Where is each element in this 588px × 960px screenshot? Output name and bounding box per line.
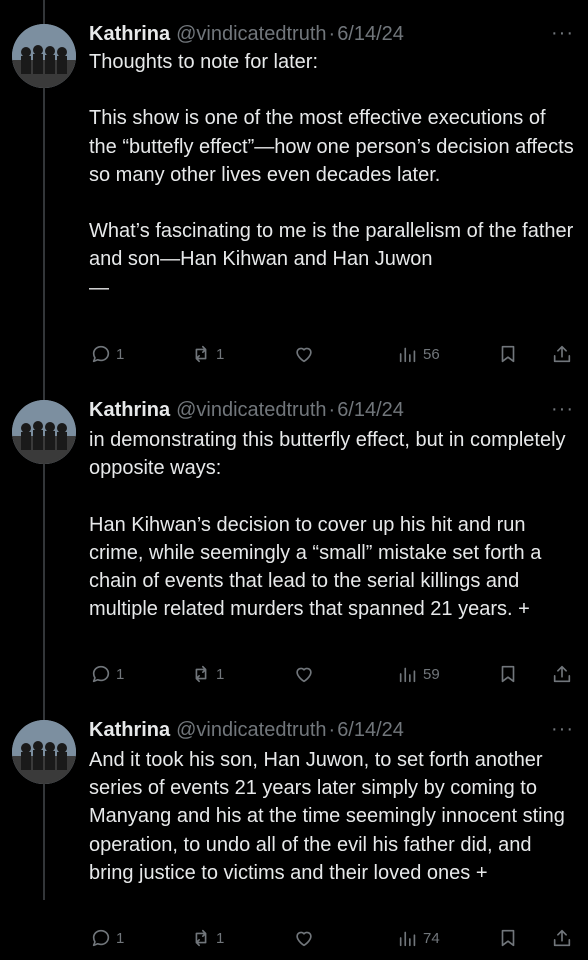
more-icon[interactable]: ··· bbox=[551, 718, 574, 741]
share-icon bbox=[553, 345, 571, 363]
separator: · bbox=[328, 398, 336, 421]
separator: · bbox=[328, 22, 336, 45]
retweet-button[interactable]: 1 bbox=[190, 339, 224, 369]
reply-icon bbox=[92, 345, 110, 363]
views-button[interactable]: 59 bbox=[397, 659, 440, 689]
reply-count: 1 bbox=[116, 345, 125, 363]
reply-icon bbox=[92, 665, 110, 683]
reply-count: 1 bbox=[116, 665, 125, 683]
author-handle[interactable]: @vindicatedtruth bbox=[176, 719, 326, 742]
avatar[interactable] bbox=[12, 720, 76, 784]
bookmark-button[interactable] bbox=[497, 659, 519, 689]
like-icon bbox=[296, 931, 312, 947]
bookmark-icon bbox=[501, 345, 515, 363]
retweet-count: 1 bbox=[216, 345, 225, 363]
reply-button[interactable]: 1 bbox=[90, 659, 124, 689]
author-name[interactable]: Kathrina bbox=[89, 23, 170, 46]
author-name[interactable]: Kathrina bbox=[89, 399, 170, 422]
retweet-count: 1 bbox=[216, 929, 225, 947]
tweet-text: Thoughts to note for later: This show is… bbox=[89, 51, 574, 299]
tweet-header: Kathrina @vindicatedtruth · 6/14/24 bbox=[89, 714, 404, 746]
like-icon bbox=[296, 347, 312, 363]
bookmark-icon bbox=[501, 665, 515, 683]
share-button[interactable] bbox=[551, 923, 573, 953]
share-button[interactable] bbox=[551, 339, 573, 369]
tweet[interactable]: Kathrina @vindicatedtruth · 6/14/24 ··· … bbox=[0, 714, 588, 960]
bookmark-button[interactable] bbox=[497, 339, 519, 369]
tweet-date[interactable]: 6/14/24 bbox=[337, 399, 404, 422]
author-name[interactable]: Kathrina bbox=[89, 719, 170, 742]
avatar[interactable] bbox=[12, 24, 76, 88]
tweet[interactable]: Kathrina @vindicatedtruth · 6/14/24 ··· … bbox=[0, 394, 588, 714]
separator: · bbox=[328, 718, 336, 741]
bookmark-button[interactable] bbox=[497, 923, 519, 953]
more-icon[interactable]: ··· bbox=[551, 22, 574, 45]
reply-button[interactable]: 1 bbox=[90, 339, 124, 369]
tweet-header: Kathrina @vindicatedtruth · 6/14/24 bbox=[89, 18, 404, 50]
tweet[interactable]: Kathrina @vindicatedtruth · 6/14/24 ··· … bbox=[0, 18, 588, 378]
tweet-date[interactable]: 6/14/24 bbox=[337, 719, 404, 742]
tweet-date[interactable]: 6/14/24 bbox=[337, 23, 404, 46]
reply-count: 1 bbox=[116, 929, 125, 947]
views-button[interactable]: 74 bbox=[397, 923, 440, 953]
retweet-icon bbox=[195, 929, 207, 947]
share-icon bbox=[553, 929, 571, 947]
views-count: 74 bbox=[423, 929, 440, 947]
more-icon[interactable]: ··· bbox=[551, 398, 574, 421]
tweet-actions: 1 1 74 bbox=[0, 923, 588, 953]
views-icon bbox=[399, 931, 416, 947]
views-button[interactable]: 56 bbox=[397, 339, 440, 369]
retweet-count: 1 bbox=[216, 665, 225, 683]
share-icon bbox=[553, 665, 571, 683]
share-button[interactable] bbox=[551, 659, 573, 689]
like-icon bbox=[296, 667, 312, 683]
tweet-actions: 1 1 56 bbox=[0, 339, 588, 369]
tweet-header: Kathrina @vindicatedtruth · 6/14/24 bbox=[89, 394, 404, 426]
views-count: 56 bbox=[423, 345, 440, 363]
avatar[interactable] bbox=[12, 400, 76, 464]
author-handle[interactable]: @vindicatedtruth bbox=[176, 23, 326, 46]
retweet-icon bbox=[195, 665, 207, 683]
bookmark-icon bbox=[501, 929, 515, 947]
tweet-text: in demonstrating this butterfly effect, … bbox=[89, 429, 566, 621]
tweet-text: And it took his son, Han Juwon, to set f… bbox=[89, 749, 571, 884]
like-button[interactable] bbox=[293, 339, 315, 369]
views-icon bbox=[399, 667, 416, 683]
retweet-button[interactable]: 1 bbox=[190, 923, 224, 953]
retweet-button[interactable]: 1 bbox=[190, 659, 224, 689]
reply-button[interactable]: 1 bbox=[90, 923, 124, 953]
like-button[interactable] bbox=[293, 923, 315, 953]
like-button[interactable] bbox=[293, 659, 315, 689]
views-icon bbox=[399, 347, 416, 363]
reply-icon bbox=[92, 929, 110, 947]
tweet-actions: 1 1 59 bbox=[0, 659, 588, 689]
views-count: 59 bbox=[423, 665, 440, 683]
retweet-icon bbox=[195, 345, 207, 363]
author-handle[interactable]: @vindicatedtruth bbox=[176, 399, 326, 422]
